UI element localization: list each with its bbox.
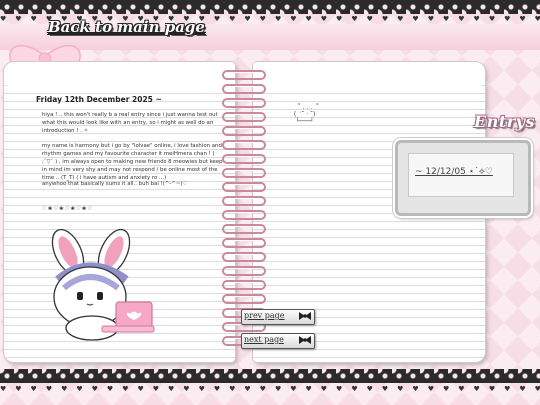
entries-list: ~ 12/12/05 ⋆˙⟡♡ — [408, 153, 514, 197]
entry-signature: ♡❀♡❀♡❀♡❀♡ — [42, 206, 94, 212]
next-page-button[interactable]: next page — [241, 333, 315, 349]
prev-page-label: prev page — [244, 311, 285, 320]
entries-panel: ~ 12/12/05 ⋆˙⟡♡ — [395, 140, 531, 216]
entry-paragraph: hiya ! .. this won't really b a real ent… — [42, 112, 218, 134]
prev-page-button[interactable]: prev page — [241, 309, 315, 325]
entry-paragraph: anywhoo that basically sums it all.. buh… — [42, 181, 188, 187]
back-to-main-link[interactable]: Back to main page — [48, 18, 205, 36]
entries-title: Entrys — [474, 112, 535, 131]
bow-icon — [299, 312, 311, 320]
entry-date: Friday 12th December 2025 ~ — [36, 95, 162, 104]
next-page-label: next page — [244, 335, 284, 344]
hearts-strip-bottom: ♥♥♥♥♥♥♥♥♥♥♥♥♥♥♥♥♥♥♥♥♥♥♥♥♥♥♥♥♥♥♥♥♥♥♥♥♥♥♥♥… — [0, 385, 540, 393]
entry-paragraph: my name is harmony but i go by "lolvae" … — [42, 143, 223, 181]
bunny-laptop-icon — [51, 228, 155, 341]
entry-link[interactable]: ~ 12/12/05 ⋆˙⟡♡ — [415, 167, 493, 177]
lace-border-bottom — [0, 369, 540, 383]
bow-icon — [299, 336, 311, 344]
lace-border-top — [0, 0, 540, 14]
kaomoji-art: ˚ . . . ˚ ( ′˘ · ˘) └───┘ — [293, 104, 319, 125]
